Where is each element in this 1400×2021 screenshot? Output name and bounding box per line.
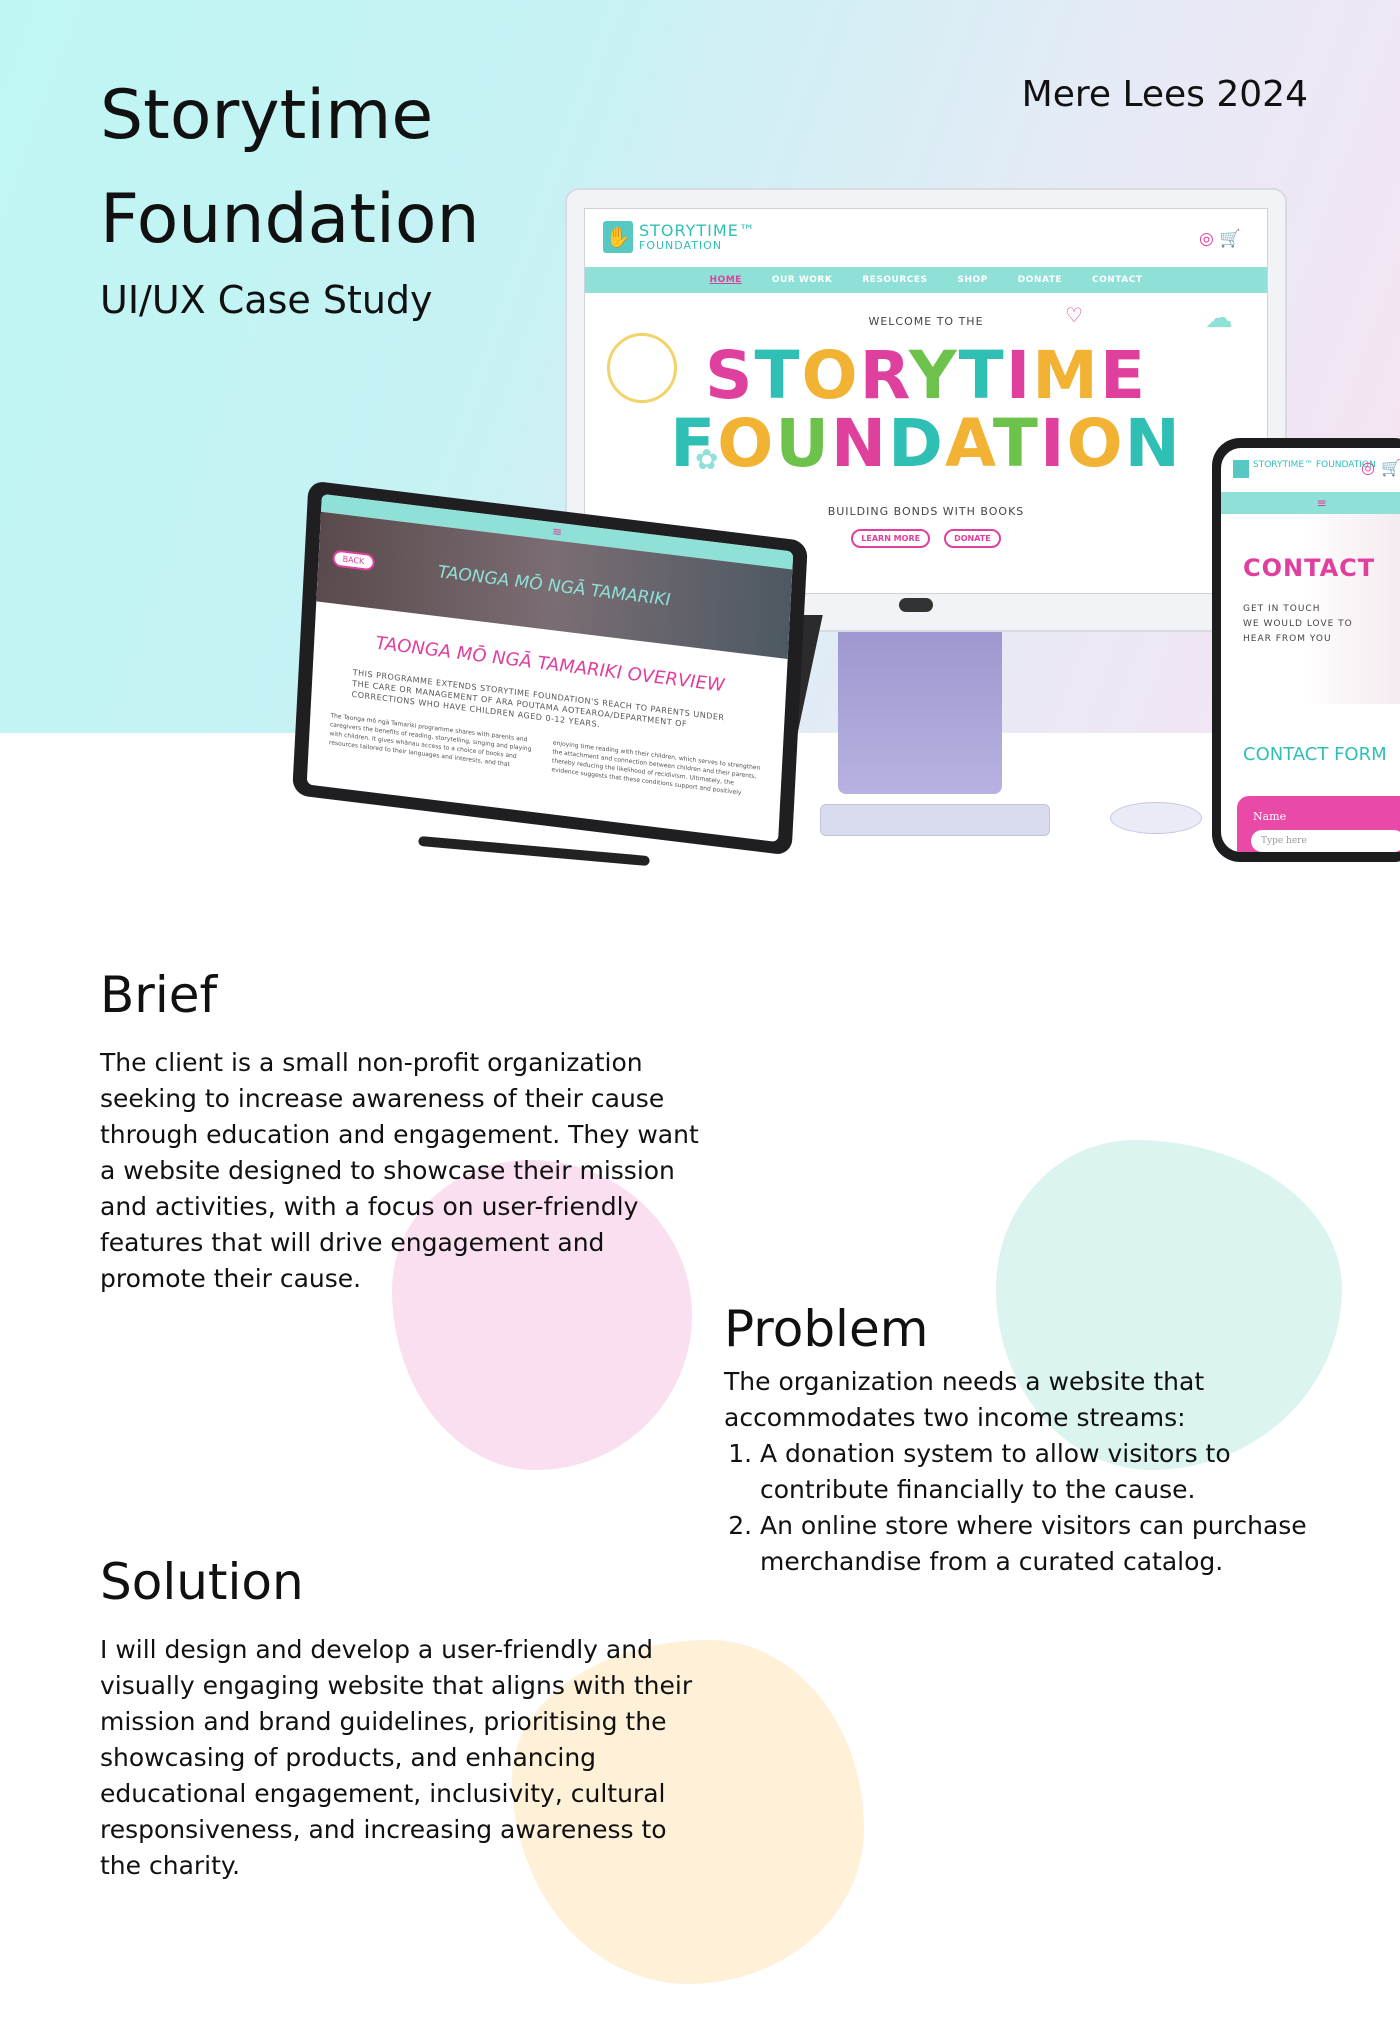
mouse-image (1110, 802, 1202, 834)
tablet-column-left: The Taonga mō ngā Tamariki programme sha… (328, 712, 532, 769)
nav-contact: CONTACT (1092, 275, 1143, 285)
hero-title-line2: FOUNDATION (670, 405, 1182, 482)
nav-our-work: OUR WORK (771, 275, 833, 285)
brief-title: Brief (100, 966, 218, 1024)
nav-home: HOME (709, 275, 742, 285)
problem-list: A donation system to allow visitors to c… (724, 1436, 1324, 1580)
desktop-site-header: ✋ STORYTIME™ FOUNDATION ◎🛒 (585, 209, 1267, 267)
tablet-column-right: enjoying time reading with their childre… (551, 739, 761, 797)
monitor-camera (899, 598, 933, 612)
account-cart-icons: ◎🛒 (1198, 229, 1247, 249)
phone-form-title: CONTACT FORM (1243, 744, 1387, 765)
phone-logo-text: STORYTIME™ FOUNDATION (1253, 460, 1376, 470)
keyboard-image (820, 804, 1050, 836)
phone-account-cart-icons: ◎🛒 (1361, 458, 1400, 477)
storytime-logo-icon: ✋ (603, 221, 633, 253)
tablet-mockup: ≡ BACK TAONGA MŌ NGĀ TAMARIKI TAONGA MŌ … (292, 480, 808, 856)
problem-intro: The organization needs a website that ac… (724, 1367, 1205, 1432)
nav-shop: SHOP (957, 275, 988, 285)
phone-menu-icon: ≡ (1221, 492, 1400, 514)
problem-item-store: An online store where visitors can purch… (760, 1508, 1324, 1580)
donate-button: DONATE (944, 529, 1001, 548)
solution-title: Solution (100, 1553, 304, 1611)
hero-title-line1: STORYTIME (704, 337, 1148, 414)
welcome-text: WELCOME TO THE (868, 315, 984, 328)
brief-body: The client is a small non-profit organiz… (100, 1048, 699, 1293)
learn-more-button: LEARN MORE (851, 529, 931, 548)
nav-donate: DONATE (1017, 275, 1063, 285)
solution-body: I will design and develop a user-friendl… (100, 1635, 693, 1880)
tablet-screen: ≡ BACK TAONGA MŌ NGĀ TAMARIKI TAONGA MŌ … (306, 493, 794, 843)
phone-contact-form: Name Type here (1237, 796, 1400, 852)
phone-logo-icon (1233, 460, 1249, 478)
nav-resources: RESOURCES (862, 275, 928, 285)
desktop-site-nav: HOME OUR WORK RESOURCES SHOP DONATE CONT… (585, 267, 1267, 293)
phone-site-header: STORYTIME™ FOUNDATION ◎🛒 (1221, 448, 1400, 492)
problem-title: Problem (724, 1300, 929, 1358)
author-year: Mere Lees 2024 (1021, 74, 1308, 115)
phone-screen: STORYTIME™ FOUNDATION ◎🛒 ≡ CONTACT GET I… (1221, 448, 1400, 852)
hero-tagline: BUILDING BONDS WITH BOOKS (827, 505, 1025, 518)
phone-hero: CONTACT GET IN TOUCH WE WOULD LOVE TO HE… (1221, 514, 1400, 704)
name-input: Type here (1251, 830, 1400, 852)
phone-touch-text: GET IN TOUCH WE WOULD LOVE TO HEAR FROM … (1243, 604, 1353, 644)
monitor-stand (838, 630, 1002, 794)
problem-body: The organization needs a website that ac… (724, 1364, 1324, 1580)
page-title: Storytime Foundation (100, 76, 480, 259)
phone-contact-title: CONTACT (1243, 554, 1376, 582)
phone-mockup: STORYTIME™ FOUNDATION ◎🛒 ≡ CONTACT GET I… (1212, 438, 1400, 862)
problem-item-donation: A donation system to allow visitors to c… (760, 1436, 1324, 1508)
page-subtitle: UI/UX Case Study (100, 278, 433, 322)
desktop-logo-text: STORYTIME™ FOUNDATION (639, 221, 756, 253)
name-label: Name (1253, 810, 1287, 823)
